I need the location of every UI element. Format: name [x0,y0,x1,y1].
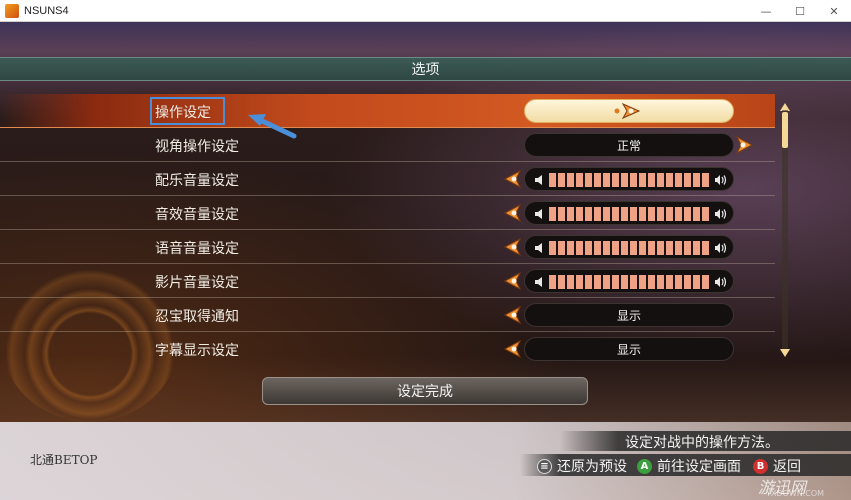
hint-back[interactable]: B 返回 [753,456,801,476]
option-label: 忍宝取得通知 [155,309,239,325]
close-button[interactable]: ✕ [817,0,851,22]
arrow-left-icon[interactable] [503,305,523,325]
arrow-left-icon[interactable] [503,271,523,291]
option-label: 配乐音量设定 [155,173,239,189]
volume-level [549,275,711,289]
maximize-button[interactable]: ☐ [783,0,817,22]
option-value: 显示 [524,337,734,361]
volume-slider[interactable] [524,235,734,259]
hint-label: 还原为预设 [557,459,627,475]
speaker-loud-icon [715,243,727,253]
option-label: 音效音量设定 [155,207,239,223]
arrow-left-icon[interactable] [503,237,523,257]
hint-label: 前往设定画面 [657,459,741,475]
volume-level [549,241,711,255]
volume-slider[interactable] [524,201,734,225]
volume-level [549,173,711,187]
done-button[interactable]: 设定完成 [262,377,588,405]
volume-slider[interactable] [524,167,734,191]
scroll-down-icon[interactable] [780,349,790,357]
speaker-loud-icon [715,277,727,287]
menu-button-icon: ≡ [537,458,552,474]
arrow-left-icon[interactable] [503,339,523,359]
hint-label: 返回 [773,459,801,475]
option-row-ninja-treasure-notice[interactable]: 忍宝取得通知 显示 [0,298,775,332]
speaker-mute-icon [535,209,542,219]
minimize-button[interactable]: — [749,0,783,22]
speaker-loud-icon [715,175,727,185]
option-row-camera[interactable]: 视角操作设定 正常 [0,128,775,162]
option-value: 正常 [524,133,734,157]
arrow-left-icon[interactable] [503,203,523,223]
window-controls: — ☐ ✕ [749,0,851,22]
enter-arrow-icon [614,102,641,120]
option-row-movie-volume[interactable]: 影片音量设定 [0,264,775,298]
speaker-mute-icon [535,175,542,185]
option-label: 视角操作设定 [155,139,239,155]
option-value[interactable] [524,99,734,123]
option-description: 设定对战中的操作方法。 [625,435,779,451]
arrow-right-icon[interactable] [734,135,754,155]
option-value: 显示 [524,303,734,327]
hint-reset-defaults[interactable]: ≡ 还原为预设 [537,456,627,476]
option-label: 字幕显示设定 [155,343,239,359]
window-title: NSUNS4 [24,4,69,17]
a-button-icon: A [637,458,652,474]
pointer-arrow-icon [248,114,297,139]
scrollbar-thumb[interactable] [782,112,788,148]
volume-level [549,207,711,221]
options-header: 选项 [0,57,851,81]
speaker-mute-icon [535,243,542,253]
option-row-music-volume[interactable]: 配乐音量设定 [0,162,775,196]
window-titlebar: NSUNS4 — ☐ ✕ [0,0,851,22]
page-title: 选项 [411,62,440,78]
volume-slider[interactable] [524,269,734,293]
site-watermark-url: YXDOWN.COM [766,489,825,498]
option-row-controls[interactable]: 操作设定 [0,94,775,128]
app-icon [5,3,19,18]
hint-go-to-settings[interactable]: A 前往设定画面 [637,456,741,476]
speaker-loud-icon [715,209,727,219]
b-button-icon: B [753,458,768,474]
option-row-sfx-volume[interactable]: 音效音量设定 [0,196,775,230]
speaker-mute-icon [535,277,542,287]
option-row-subtitles[interactable]: 字幕显示设定 显示 [0,332,775,366]
arrow-left-icon[interactable] [503,169,523,189]
option-label: 操作设定 [155,105,211,121]
option-label: 影片音量设定 [155,275,239,291]
option-label: 语音音量设定 [155,241,239,257]
option-row-voice-volume[interactable]: 语音音量设定 [0,230,775,264]
brand-watermark: 北通BETOP [30,453,98,467]
